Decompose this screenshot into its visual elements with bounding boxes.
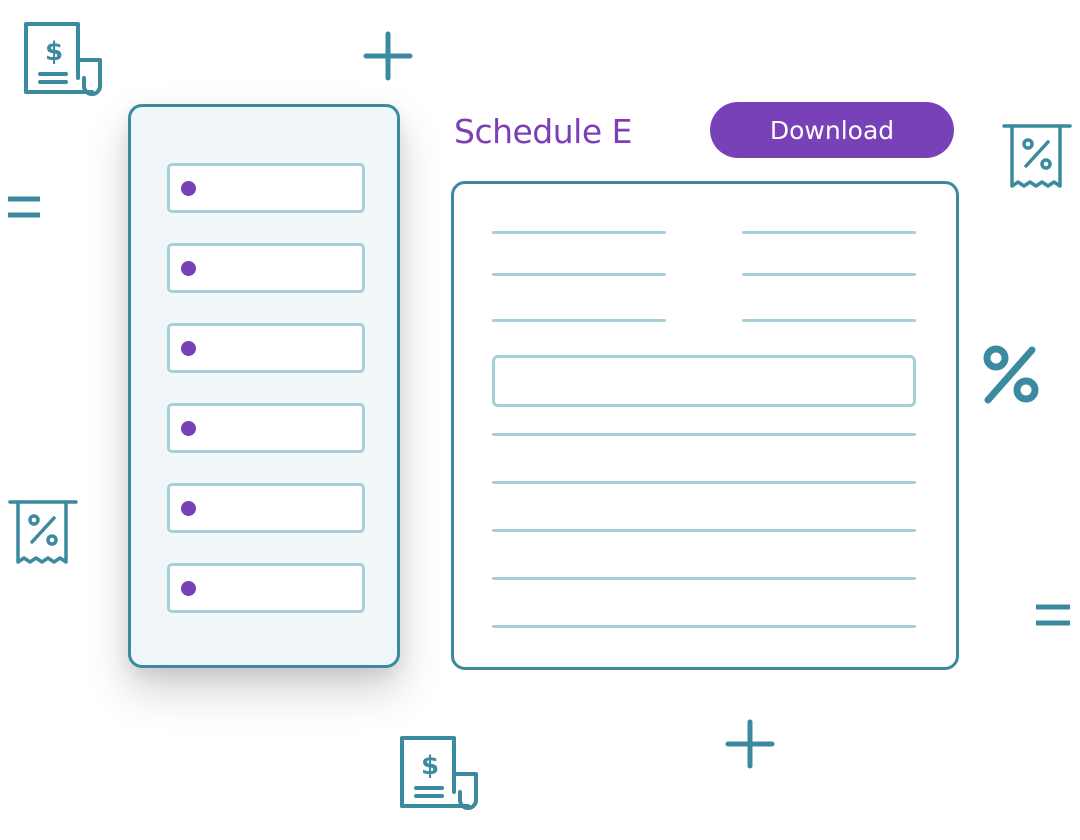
percent-symbol-icon [980,344,1044,408]
download-button[interactable]: Download [710,102,954,158]
doc-line [492,577,916,580]
doc-line [492,231,666,234]
doc-line [492,433,916,436]
doc-line [742,231,916,234]
form-field[interactable] [167,323,365,373]
bullet-dot [181,501,196,516]
document-preview [451,181,959,670]
doc-line [492,625,916,628]
form-field[interactable] [167,483,365,533]
form-field[interactable] [167,163,365,213]
doc-line [742,273,916,276]
doc-line [492,481,916,484]
svg-text:$: $ [45,37,63,67]
bullet-dot [181,261,196,276]
doc-line [492,529,916,532]
equals-icon [8,196,40,218]
bullet-dot [181,581,196,596]
percent-receipt-icon [1002,124,1072,192]
form-panel [128,104,400,668]
dollar-receipt-icon: $ [24,22,104,98]
doc-line [492,273,666,276]
plus-icon [725,719,775,769]
equals-icon [1036,604,1070,626]
page-title: Schedule E [454,112,632,151]
doc-line [742,319,916,322]
doc-input-box [492,355,916,407]
plus-icon [363,31,413,81]
bullet-dot [181,181,196,196]
bullet-dot [181,421,196,436]
dollar-receipt-icon: $ [400,736,480,812]
percent-receipt-icon [8,500,78,568]
form-field[interactable] [167,403,365,453]
doc-line [492,319,666,322]
form-field[interactable] [167,243,365,293]
svg-text:$: $ [421,751,439,781]
form-field[interactable] [167,563,365,613]
bullet-dot [181,341,196,356]
